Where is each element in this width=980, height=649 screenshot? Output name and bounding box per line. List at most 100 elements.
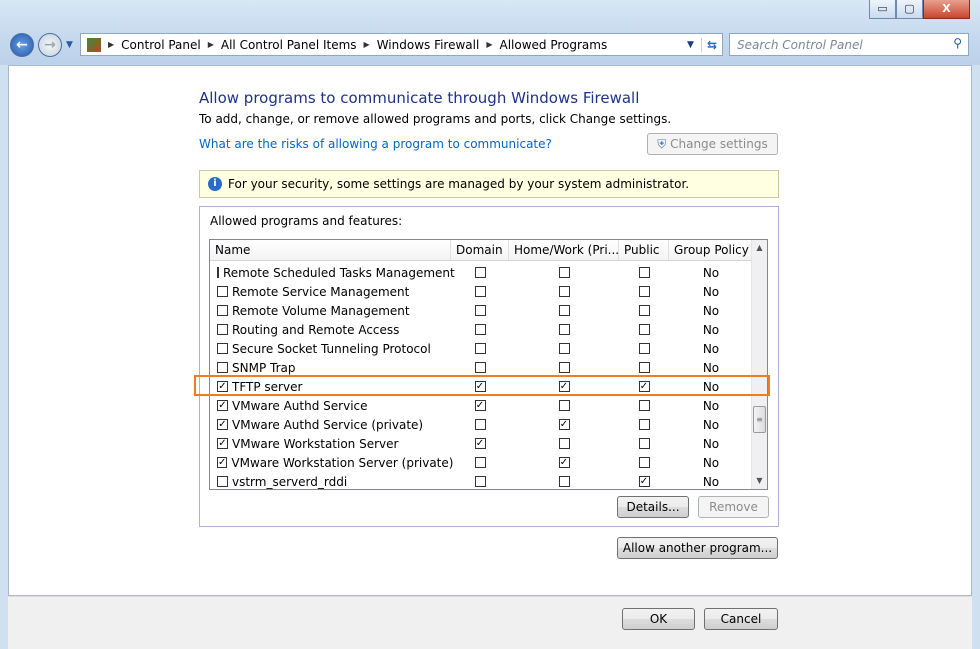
home-work-checkbox[interactable] bbox=[558, 286, 570, 297]
home-work-cell bbox=[509, 400, 619, 411]
group-policy-cell: No bbox=[702, 322, 720, 337]
forward-button[interactable]: → bbox=[38, 33, 62, 57]
enabled-checkbox[interactable]: ✓ bbox=[217, 457, 228, 468]
close-button[interactable]: X bbox=[923, 0, 970, 19]
domain-checkbox[interactable] bbox=[474, 324, 486, 335]
cancel-button[interactable]: Cancel bbox=[704, 608, 778, 630]
table-row[interactable]: ✓ VMware Workstation Server (private) ✓ N… bbox=[210, 453, 767, 472]
scroll-up-icon[interactable]: ▲ bbox=[752, 240, 767, 256]
home-work-checkbox[interactable] bbox=[558, 343, 570, 354]
programs-list[interactable]: Name Domain Home/Work (Pri... Public Gro… bbox=[209, 239, 768, 490]
enabled-checkbox[interactable] bbox=[217, 343, 228, 354]
breadcrumb-item[interactable]: All Control Panel Items bbox=[221, 38, 357, 52]
domain-checkbox[interactable] bbox=[474, 457, 486, 468]
domain-checkbox[interactable] bbox=[474, 286, 486, 297]
public-checkbox[interactable]: ✓ bbox=[638, 476, 650, 487]
refresh-icon[interactable]: ⇆ bbox=[700, 37, 722, 52]
table-row[interactable]: Remote Volume Management No bbox=[210, 301, 767, 320]
back-button[interactable]: ← bbox=[10, 33, 34, 57]
group-policy-cell: No bbox=[702, 360, 720, 375]
home-work-checkbox[interactable] bbox=[558, 324, 570, 335]
info-icon: i bbox=[208, 177, 222, 191]
domain-checkbox[interactable] bbox=[474, 476, 486, 487]
minimize-button[interactable]: ▭ bbox=[869, 0, 896, 19]
ok-button[interactable]: OK bbox=[622, 608, 695, 630]
breadcrumb-item[interactable]: Windows Firewall bbox=[377, 38, 480, 52]
program-name: VMware Workstation Server bbox=[232, 436, 399, 451]
list-scrollbar[interactable]: ▲ ≡ ▼ bbox=[751, 240, 767, 489]
public-checkbox[interactable] bbox=[638, 286, 650, 297]
public-checkbox[interactable] bbox=[638, 400, 650, 411]
recent-pages-dropdown-icon[interactable]: ▼ bbox=[66, 40, 73, 50]
program-name-cell: ✓ VMware Workstation Server (private) bbox=[210, 456, 453, 470]
table-row[interactable]: ✓ VMware Authd Service ✓ No bbox=[210, 396, 767, 415]
table-row[interactable]: Remote Scheduled Tasks Management No bbox=[210, 263, 767, 282]
domain-checkbox[interactable] bbox=[474, 305, 486, 316]
domain-checkbox[interactable] bbox=[474, 267, 486, 278]
enabled-checkbox[interactable] bbox=[217, 476, 228, 487]
public-checkbox[interactable] bbox=[638, 438, 650, 449]
public-checkbox[interactable] bbox=[638, 343, 650, 354]
enabled-checkbox[interactable] bbox=[217, 305, 228, 316]
domain-checkbox[interactable] bbox=[474, 419, 486, 430]
table-row[interactable]: Remote Service Management No bbox=[210, 282, 767, 301]
scroll-thumb[interactable]: ≡ bbox=[753, 406, 766, 433]
enabled-checkbox[interactable] bbox=[217, 286, 228, 297]
public-checkbox[interactable] bbox=[638, 362, 650, 373]
home-work-cell bbox=[509, 305, 619, 316]
home-work-checkbox[interactable] bbox=[558, 362, 570, 373]
public-checkbox[interactable] bbox=[638, 267, 650, 278]
public-checkbox[interactable] bbox=[638, 305, 650, 316]
home-work-checkbox[interactable] bbox=[558, 400, 570, 411]
home-work-checkbox[interactable] bbox=[558, 476, 570, 487]
column-group-policy[interactable]: Group Policy bbox=[669, 240, 753, 260]
home-work-checkbox[interactable] bbox=[558, 438, 570, 449]
program-name: Routing and Remote Access bbox=[232, 322, 400, 337]
public-cell bbox=[619, 305, 669, 316]
table-row[interactable]: ✓ VMware Authd Service (private) ✓ No bbox=[210, 415, 767, 434]
table-row[interactable]: Secure Socket Tunneling Protocol No bbox=[210, 339, 767, 358]
home-work-checkbox[interactable] bbox=[558, 305, 570, 316]
address-dropdown-icon[interactable]: ▼ bbox=[687, 40, 694, 50]
enabled-checkbox[interactable]: ✓ bbox=[217, 400, 228, 411]
enabled-checkbox[interactable]: ✓ bbox=[217, 419, 228, 430]
enabled-checkbox[interactable] bbox=[217, 267, 219, 278]
home-work-checkbox[interactable] bbox=[558, 267, 570, 278]
domain-checkbox[interactable]: ✓ bbox=[474, 438, 486, 449]
column-home-work[interactable]: Home/Work (Pri... bbox=[509, 240, 619, 260]
breadcrumb-item[interactable]: Control Panel bbox=[121, 38, 201, 52]
home-work-checkbox[interactable]: ✓ bbox=[558, 419, 570, 430]
domain-checkbox[interactable] bbox=[474, 362, 486, 373]
domain-cell: ✓ bbox=[451, 438, 509, 449]
search-icon[interactable]: ⚲ bbox=[953, 36, 962, 50]
address-bar[interactable]: ▶ Control Panel ▶ All Control Panel Item… bbox=[80, 33, 723, 56]
enabled-checkbox[interactable] bbox=[217, 362, 228, 373]
public-checkbox[interactable] bbox=[638, 419, 650, 430]
public-checkbox[interactable] bbox=[638, 324, 650, 335]
risks-link[interactable]: What are the risks of allowing a program… bbox=[199, 137, 552, 151]
public-checkbox[interactable] bbox=[638, 457, 650, 468]
table-row[interactable]: ✓ VMware Workstation Server ✓ No bbox=[210, 434, 767, 453]
remove-button[interactable]: Remove bbox=[698, 496, 769, 518]
domain-checkbox[interactable]: ✓ bbox=[474, 400, 486, 411]
scroll-down-icon[interactable]: ▼ bbox=[752, 473, 767, 489]
allow-another-program-button[interactable]: Allow another program... bbox=[617, 537, 778, 559]
enabled-checkbox[interactable] bbox=[217, 324, 228, 335]
column-public[interactable]: Public bbox=[619, 240, 669, 260]
enabled-checkbox[interactable]: ✓ bbox=[217, 438, 228, 449]
search-input[interactable]: Search Control Panel ⚲ bbox=[729, 33, 969, 56]
home-work-cell: ✓ bbox=[509, 457, 619, 468]
column-name[interactable]: Name bbox=[210, 240, 451, 260]
list-header: Name Domain Home/Work (Pri... Public Gro… bbox=[210, 240, 767, 261]
table-row[interactable]: vstrm_serverd_rddi ✓ No bbox=[210, 472, 767, 489]
column-domain[interactable]: Domain bbox=[451, 240, 509, 260]
home-work-checkbox[interactable]: ✓ bbox=[558, 457, 570, 468]
table-row[interactable]: Routing and Remote Access No bbox=[210, 320, 767, 339]
program-name-cell: ✓ VMware Authd Service (private) bbox=[210, 418, 451, 432]
breadcrumb-item[interactable]: Allowed Programs bbox=[499, 38, 607, 52]
domain-checkbox[interactable] bbox=[474, 343, 486, 354]
change-settings-button[interactable]: ⛨ Change settings bbox=[647, 133, 778, 155]
search-placeholder: Search Control Panel bbox=[737, 38, 863, 52]
maximize-button[interactable]: ▢ bbox=[896, 0, 923, 19]
details-button[interactable]: Details... bbox=[617, 496, 689, 518]
